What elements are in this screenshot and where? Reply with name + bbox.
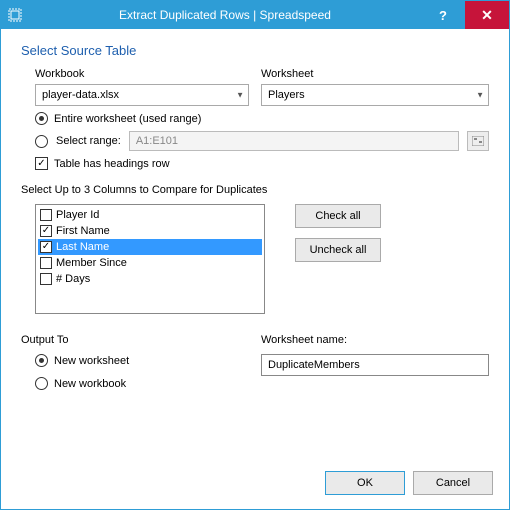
list-item-label: Member Since [56,257,127,269]
output-heading: Output To [21,334,249,346]
radio-icon [35,377,48,390]
list-item[interactable]: Last Name [38,239,262,255]
close-button[interactable]: ✕ [465,1,509,29]
headings-label: Table has headings row [54,158,170,170]
list-item[interactable]: Player Id [38,207,262,223]
checkbox-icon [40,241,52,253]
dialog-window: Extract Duplicated Rows | Spreadspeed ? … [0,0,510,510]
columns-heading: Select Up to 3 Columns to Compare for Du… [21,184,489,196]
app-icon [1,8,29,22]
workbook-value: player-data.xlsx [42,89,119,101]
checkbox-icon [40,225,52,237]
worksheet-name-input[interactable]: DuplicateMembers [261,354,489,376]
chevron-down-icon: ▼ [476,91,484,100]
list-item[interactable]: # Days [38,271,262,287]
list-item-label: Last Name [56,241,109,253]
worksheet-name-label: Worksheet name: [261,334,489,346]
worksheet-combo[interactable]: Players ▼ [261,84,489,106]
checkbox-icon [40,209,52,221]
entire-worksheet-radio[interactable]: Entire worksheet (used range) [35,112,489,125]
select-range-radio[interactable]: Select range: A1:E101 [35,131,489,151]
columns-listbox[interactable]: Player Id First Name Last Name Member Since… [35,204,265,314]
new-workbook-radio[interactable]: New workbook [35,377,249,390]
range-picker-button[interactable] [467,131,489,151]
ok-button[interactable]: OK [325,471,405,495]
entire-worksheet-label: Entire worksheet (used range) [54,113,201,125]
range-value: A1:E101 [136,135,178,147]
chevron-down-icon: ▼ [236,91,244,100]
list-item[interactable]: First Name [38,223,262,239]
window-title: Extract Duplicated Rows | Spreadspeed [29,8,421,22]
range-input[interactable]: A1:E101 [129,131,459,151]
headings-checkbox[interactable]: Table has headings row [35,157,489,170]
cancel-button[interactable]: Cancel [413,471,493,495]
list-item[interactable]: Member Since [38,255,262,271]
workbook-label: Workbook [35,68,249,80]
source-heading: Select Source Table [21,43,489,58]
workbook-combo[interactable]: player-data.xlsx ▼ [35,84,249,106]
titlebar: Extract Duplicated Rows | Spreadspeed ? … [1,1,509,29]
new-worksheet-label: New worksheet [54,355,129,367]
list-item-label: # Days [56,273,90,285]
select-range-label: Select range: [56,135,121,147]
checkbox-icon [40,257,52,269]
checkbox-icon [40,273,52,285]
worksheet-label: Worksheet [261,68,489,80]
dialog-footer: OK Cancel [1,461,509,509]
worksheet-value: Players [268,89,305,101]
uncheck-all-button[interactable]: Uncheck all [295,238,381,262]
radio-icon [35,112,48,125]
worksheet-name-value: DuplicateMembers [268,359,360,371]
window-controls: ? ✕ [421,1,509,29]
list-item-label: Player Id [56,209,99,221]
list-item-label: First Name [56,225,110,237]
radio-icon [35,354,48,367]
dialog-content: Select Source Table Workbook player-data… [1,29,509,461]
check-all-button[interactable]: Check all [295,204,381,228]
radio-icon [35,135,48,148]
help-button[interactable]: ? [421,1,465,29]
new-workbook-label: New workbook [54,378,126,390]
new-worksheet-radio[interactable]: New worksheet [35,354,249,367]
checkbox-icon [35,157,48,170]
